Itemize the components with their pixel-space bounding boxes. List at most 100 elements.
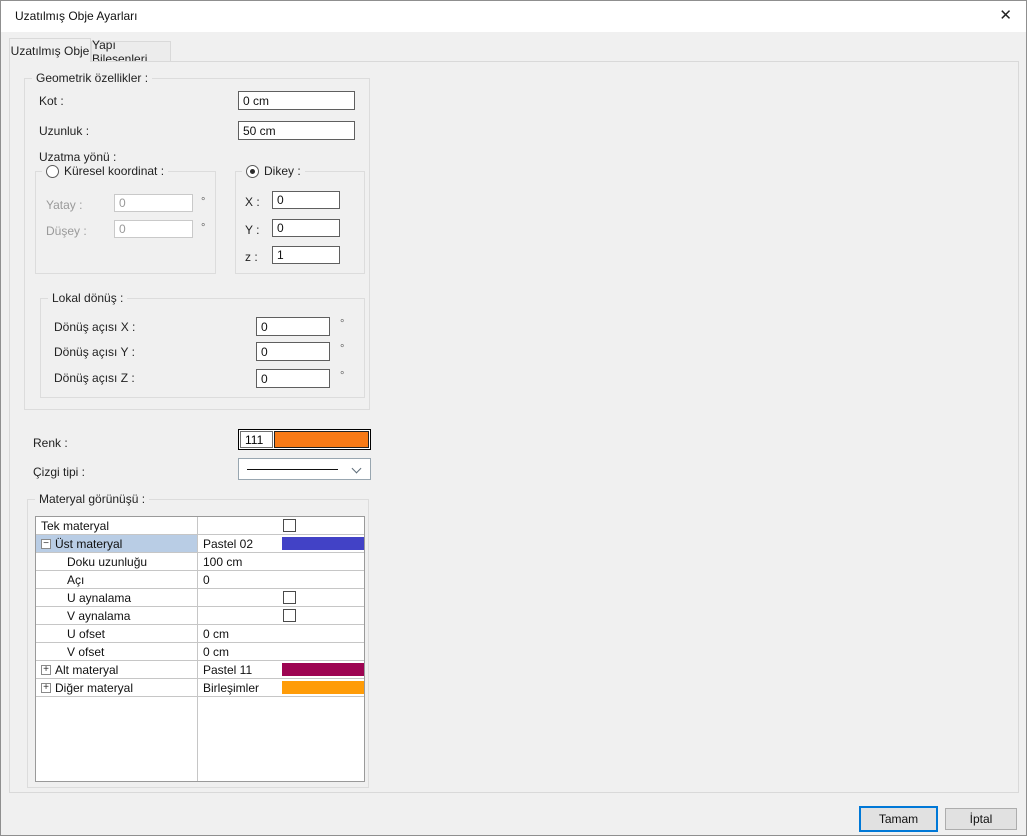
material-row-label: Üst materyal [55, 537, 122, 551]
material-row-label: V aynalama [67, 609, 130, 623]
dikey-radio[interactable] [246, 165, 259, 178]
material-table: Tek materyal−Üst materyalPastel 02Doku u… [35, 516, 365, 782]
degree-sign: ° [340, 318, 344, 330]
z-input[interactable] [272, 246, 340, 264]
material-row[interactable]: Doku uzunluğu 100 cm [36, 553, 364, 571]
material-row-value-cell[interactable]: Pastel 02 [198, 535, 364, 552]
dialog-uzatilmis-obje-ayarlari: Uzatılmış Obje Ayarları ✕ Uzatılmış Obje… [0, 0, 1027, 836]
checkbox[interactable] [283, 609, 296, 622]
degree-sign: ° [201, 196, 205, 208]
group-materyal-gorunusu: Materyal görünüşü : Tek materyal−Üst mat… [27, 499, 369, 788]
yatay-input[interactable] [114, 194, 193, 212]
tab-page: Geometrik özellikler : Kot : Uzunluk : U… [9, 61, 1019, 793]
material-row-value: 0 cm [203, 627, 229, 641]
material-color-swatch[interactable] [282, 537, 364, 550]
kot-label: Kot : [39, 94, 64, 108]
material-row-label: Diğer materyal [55, 681, 133, 695]
material-row[interactable]: U aynalama [36, 589, 364, 607]
material-row-value-cell[interactable]: 0 cm [198, 643, 364, 660]
y-label: Y : [245, 223, 259, 237]
material-row-label-cell[interactable]: + Diğer materyal [36, 679, 198, 696]
material-row-value: Pastel 02 [203, 537, 253, 551]
color-number[interactable]: 111 [240, 431, 273, 448]
uzunluk-input[interactable] [238, 121, 355, 140]
cancel-button[interactable]: İptal [945, 808, 1017, 830]
material-color-swatch[interactable] [282, 681, 364, 694]
material-color-swatch[interactable] [282, 663, 364, 676]
material-row[interactable]: V aynalama [36, 607, 364, 625]
window-title: Uzatılmış Obje Ayarları [15, 9, 137, 23]
uzatma-yonu-label: Uzatma yönü : [39, 150, 116, 164]
group-kuresel-koordinat: Küresel koordinat : Yatay : ° Düşey : ° [35, 171, 216, 274]
group-label: Geometrik özellikler : [32, 71, 152, 85]
material-row-label: U ofset [67, 627, 105, 641]
material-row-value: Birleşimler [203, 681, 259, 695]
material-row-label: Alt materyal [55, 663, 118, 677]
expand-icon[interactable]: + [41, 683, 51, 693]
donus-z-input[interactable] [256, 369, 330, 388]
kot-input[interactable] [238, 91, 355, 110]
color-picker[interactable]: 111 [238, 429, 371, 450]
material-row-value-cell[interactable]: 0 [198, 571, 364, 588]
material-row-label-cell[interactable]: Doku uzunluğu [36, 553, 198, 570]
expand-icon[interactable]: + [41, 665, 51, 675]
table-column-divider [197, 517, 198, 781]
material-row-label-cell[interactable]: U ofset [36, 625, 198, 642]
checkbox[interactable] [283, 519, 296, 532]
kuresel-radio[interactable] [46, 165, 59, 178]
material-row-label-cell[interactable]: Tek materyal [36, 517, 198, 534]
line-type-dropdown[interactable] [238, 458, 371, 480]
tab-yapi-bilesenleri[interactable]: Yapı Bileşenleri [91, 41, 171, 62]
checkbox[interactable] [283, 591, 296, 604]
close-icon[interactable]: ✕ [999, 7, 1012, 25]
material-row-value: 100 cm [203, 555, 242, 569]
material-row[interactable]: Açı 0 [36, 571, 364, 589]
material-row-value-cell[interactable]: Birleşimler [198, 679, 364, 696]
y-input[interactable] [272, 219, 340, 237]
material-row[interactable]: + Diğer materyal Birleşimler [36, 679, 364, 697]
line-type-sample [247, 469, 338, 470]
x-label: X : [245, 195, 260, 209]
uzunluk-label: Uzunluk : [39, 124, 89, 138]
ok-button[interactable]: Tamam [859, 806, 938, 832]
collapse-icon[interactable]: − [41, 539, 51, 549]
donus-x-label: Dönüş açısı X : [54, 320, 135, 334]
material-row-label-cell[interactable]: Açı [36, 571, 198, 588]
material-row-value-cell[interactable]: 100 cm [198, 553, 364, 570]
material-row-value: Pastel 11 [203, 663, 252, 677]
material-row[interactable]: V ofset 0 cm [36, 643, 364, 661]
material-row[interactable]: + Alt materyal Pastel 11 [36, 661, 364, 679]
material-row-value-cell[interactable] [198, 517, 364, 534]
material-row-label-cell[interactable]: + Alt materyal [36, 661, 198, 678]
material-row-label-cell[interactable]: V ofset [36, 643, 198, 660]
group-lokal-donus: Lokal dönüş : Dönüş açısı X : ° Dönüş aç… [40, 298, 365, 398]
material-row[interactable]: U ofset 0 cm [36, 625, 364, 643]
renk-label: Renk : [33, 436, 68, 450]
x-input[interactable] [272, 191, 340, 209]
material-row[interactable]: Tek materyal [36, 517, 364, 535]
material-row-value: 0 [203, 573, 210, 587]
material-row[interactable]: −Üst materyal Pastel 02 [36, 535, 364, 553]
group-label: Materyal görünüşü : [35, 492, 149, 506]
donus-x-input[interactable] [256, 317, 330, 336]
color-swatch[interactable] [274, 431, 369, 448]
tab-uzatilmis-obje[interactable]: Uzatılmış Obje [9, 38, 91, 62]
donus-y-input[interactable] [256, 342, 330, 361]
dusey-input[interactable] [114, 220, 193, 238]
material-row-label-cell[interactable]: V aynalama [36, 607, 198, 624]
material-row-label: V ofset [67, 645, 104, 659]
material-row-label-cell[interactable]: U aynalama [36, 589, 198, 606]
yatay-label: Yatay : [46, 198, 82, 212]
chevron-down-icon [352, 464, 362, 474]
kuresel-label: Küresel koordinat : [64, 164, 164, 178]
group-geometrik-ozellikler: Geometrik özellikler : Kot : Uzunluk : U… [24, 78, 370, 410]
degree-sign: ° [201, 222, 205, 234]
material-row-label-cell[interactable]: −Üst materyal [36, 535, 198, 552]
material-row-value-cell[interactable] [198, 589, 364, 606]
title-bar: Uzatılmış Obje Ayarları ✕ [1, 1, 1026, 32]
group-label: Lokal dönüş : [48, 291, 127, 305]
donus-y-label: Dönüş açısı Y : [54, 345, 135, 359]
material-row-value-cell[interactable]: Pastel 11 [198, 661, 364, 678]
material-row-value-cell[interactable]: 0 cm [198, 625, 364, 642]
material-row-value-cell[interactable] [198, 607, 364, 624]
